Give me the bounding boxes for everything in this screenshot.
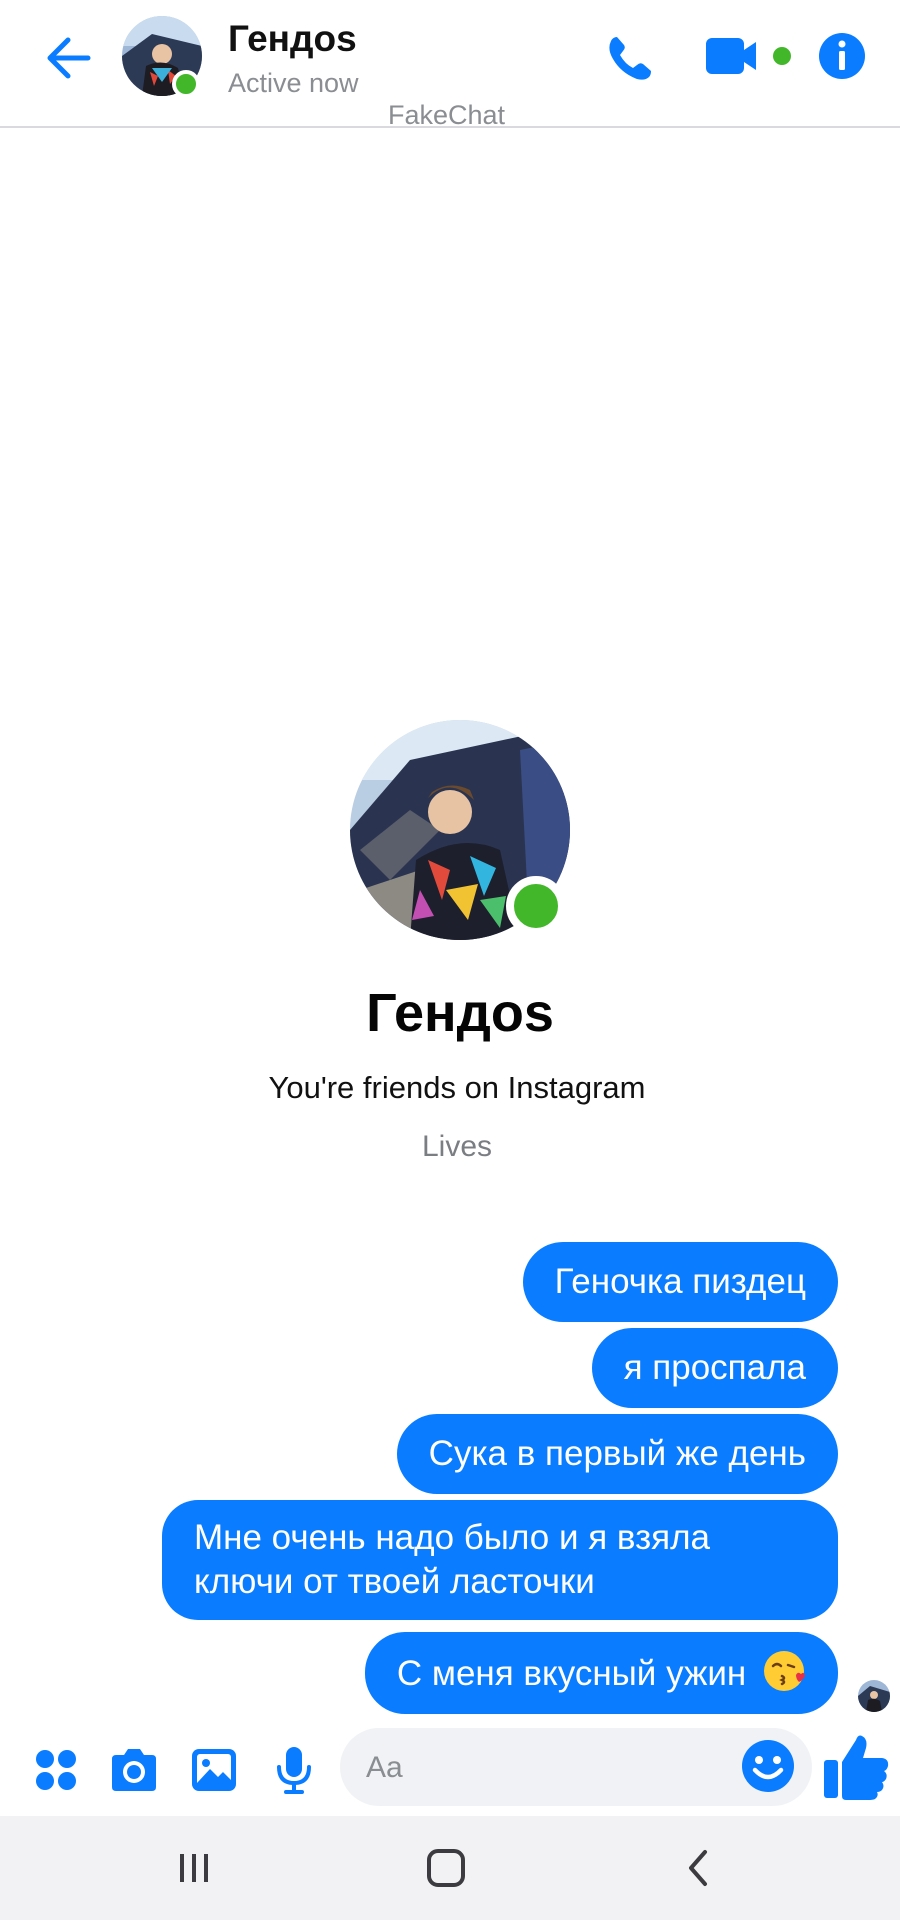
voice-call-button[interactable] [600, 28, 660, 88]
system-back-button[interactable] [668, 1842, 728, 1894]
camera-icon [112, 1749, 156, 1791]
smiley-icon [742, 1740, 794, 1792]
apps-icon [36, 1750, 76, 1790]
gallery-icon [192, 1749, 236, 1791]
kissing-face-icon [764, 1651, 805, 1691]
gallery-button[interactable] [188, 1744, 240, 1796]
recent-apps-icon [180, 1854, 208, 1882]
message-composer [0, 1724, 900, 1816]
home-icon [427, 1849, 465, 1887]
back-button[interactable] [38, 30, 98, 86]
profile-location: Lives [421, 1130, 493, 1163]
phone-icon [609, 37, 651, 80]
chat-screen: Гендоs Active now FakeChat Гендоs You're… [0, 0, 900, 1920]
microphone-button[interactable] [268, 1744, 320, 1796]
info-icon [819, 33, 865, 79]
camera-button[interactable] [108, 1744, 160, 1796]
message-input[interactable] [364, 1728, 748, 1808]
video-call-button[interactable] [704, 30, 794, 86]
contact-name[interactable]: Гендоs [228, 18, 357, 60]
like-button[interactable] [822, 1730, 890, 1802]
video-camera-icon [706, 38, 791, 74]
online-indicator [172, 70, 200, 98]
profile-subtitle: You're friends on Instagram [268, 1070, 646, 1105]
back-arrow-icon [47, 37, 91, 79]
recent-apps-button[interactable] [164, 1842, 224, 1894]
microphone-icon [277, 1747, 311, 1794]
active-status: Active now [228, 68, 359, 98]
message-bubble-with-emoji[interactable]: С меня вкусный ужин [364, 1632, 838, 1714]
thumbs-up-icon [824, 1735, 889, 1800]
seen-avatar [858, 1680, 890, 1712]
apps-button[interactable] [30, 1744, 82, 1796]
message-bubble[interactable]: Сука в первый же день [396, 1414, 838, 1494]
system-navigation-bar [0, 1816, 900, 1920]
message-bubble[interactable]: Мне очень надо было и я взяла ключи от т… [162, 1500, 838, 1620]
info-button[interactable] [818, 32, 866, 80]
home-button[interactable] [416, 1842, 476, 1894]
chat-header: Гендоs Active now FakeChat [0, 0, 900, 130]
watermark-label: FakeChat [388, 100, 506, 130]
profile-name: Гендоs [366, 983, 554, 1043]
back-icon [689, 1850, 707, 1886]
emoji-button[interactable] [740, 1738, 796, 1794]
message-bubble[interactable]: Геночка пиздец [522, 1242, 838, 1322]
profile-online-indicator [506, 876, 566, 936]
message-text: С меня вкусный ужин [396, 1654, 747, 1693]
message-bubble[interactable]: я проспала [591, 1328, 838, 1408]
message-input-container[interactable] [340, 1728, 812, 1808]
